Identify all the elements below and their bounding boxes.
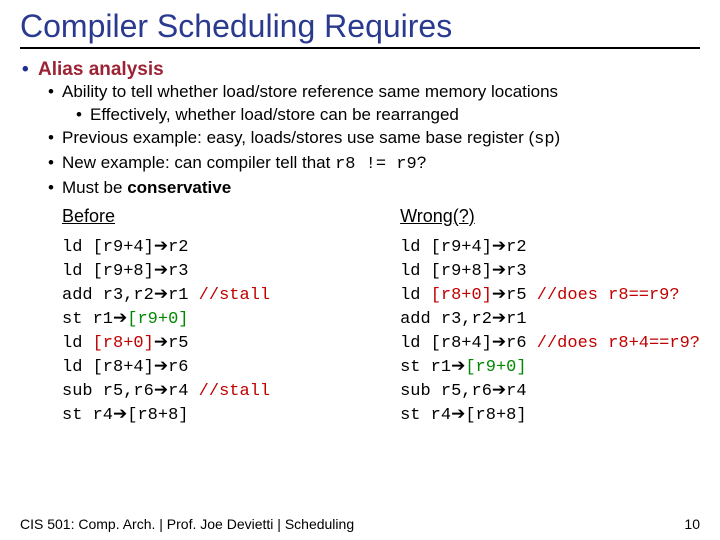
col-before-head: Before: [62, 206, 358, 227]
col-wrong-head: Wrong(?): [400, 206, 700, 227]
code-columns: Before ld [r9+4]➔r2 ld [r9+8]➔r3 add r3,…: [20, 206, 700, 428]
bullet-2: Previous example: easy, loads/stores use…: [62, 127, 700, 152]
bullet-2-post: ): [555, 128, 561, 147]
bullet-2-pre: Previous example: easy, loads/stores use…: [62, 128, 534, 147]
code-line: sub r5,r6➔r4 //stall: [62, 379, 358, 403]
code-line: ld [r8+0]➔r5 //does r8==r9?: [400, 283, 700, 307]
slide-title: Compiler Scheduling Requires: [20, 8, 700, 49]
bullet-3-post: ?: [417, 153, 426, 172]
col-wrong: Wrong(?) ld [r9+4]➔r2 ld [r9+8]➔r3 ld [r…: [358, 206, 700, 428]
bullet-4-pre: Must be: [62, 178, 127, 197]
code-line: ld [r8+0]➔r5: [62, 331, 358, 355]
code-line: ld [r9+4]➔r2: [62, 235, 358, 259]
code-line: ld [r8+4]➔r6: [62, 355, 358, 379]
code-line: st r4➔[r8+8]: [62, 403, 358, 427]
bullet-list: Alias analysis Ability to tell whether l…: [20, 59, 700, 200]
bullet-1-text: Ability to tell whether load/store refer…: [62, 82, 558, 101]
footer-left: CIS 501: Comp. Arch. | Prof. Joe Deviett…: [20, 516, 354, 532]
bullet-2-code: sp: [534, 130, 554, 149]
col-before: Before ld [r9+4]➔r2 ld [r9+8]➔r3 add r3,…: [20, 206, 358, 428]
code-line: add r3,r2➔r1 //stall: [62, 283, 358, 307]
code-line: sub r5,r6➔r4: [400, 379, 700, 403]
slide-footer: CIS 501: Comp. Arch. | Prof. Joe Deviett…: [20, 516, 700, 532]
bullet-1a: Effectively, whether load/store can be r…: [90, 104, 700, 127]
bullet-1: Ability to tell whether load/store refer…: [62, 81, 700, 127]
bullet-main: Alias analysis Ability to tell whether l…: [38, 59, 700, 200]
bullet-3-code: r8 != r9: [335, 155, 417, 174]
code-wrong: ld [r9+4]➔r2 ld [r9+8]➔r3 ld [r8+0]➔r5 /…: [400, 235, 700, 428]
code-line: st r1➔[r9+0]: [400, 355, 700, 379]
code-before: ld [r9+4]➔r2 ld [r9+8]➔r3 add r3,r2➔r1 /…: [62, 235, 358, 428]
code-line: ld [r9+8]➔r3: [400, 259, 700, 283]
bullet-4-bold: conservative: [127, 178, 231, 197]
bullet-3-pre: New example: can compiler tell that: [62, 153, 335, 172]
code-line: st r1➔[r9+0]: [62, 307, 358, 331]
code-line: ld [r9+4]➔r2: [400, 235, 700, 259]
code-line: add r3,r2➔r1: [400, 307, 700, 331]
bullet-main-text: Alias analysis: [38, 59, 164, 80]
bullet-4: Must be conservative: [62, 177, 700, 200]
code-line: ld [r9+8]➔r3: [62, 259, 358, 283]
code-line: ld [r8+4]➔r6 //does r8+4==r9?: [400, 331, 700, 355]
bullet-3: New example: can compiler tell that r8 !…: [62, 152, 700, 177]
code-line: st r4➔[r8+8]: [400, 403, 700, 427]
footer-page-number: 10: [684, 516, 700, 532]
